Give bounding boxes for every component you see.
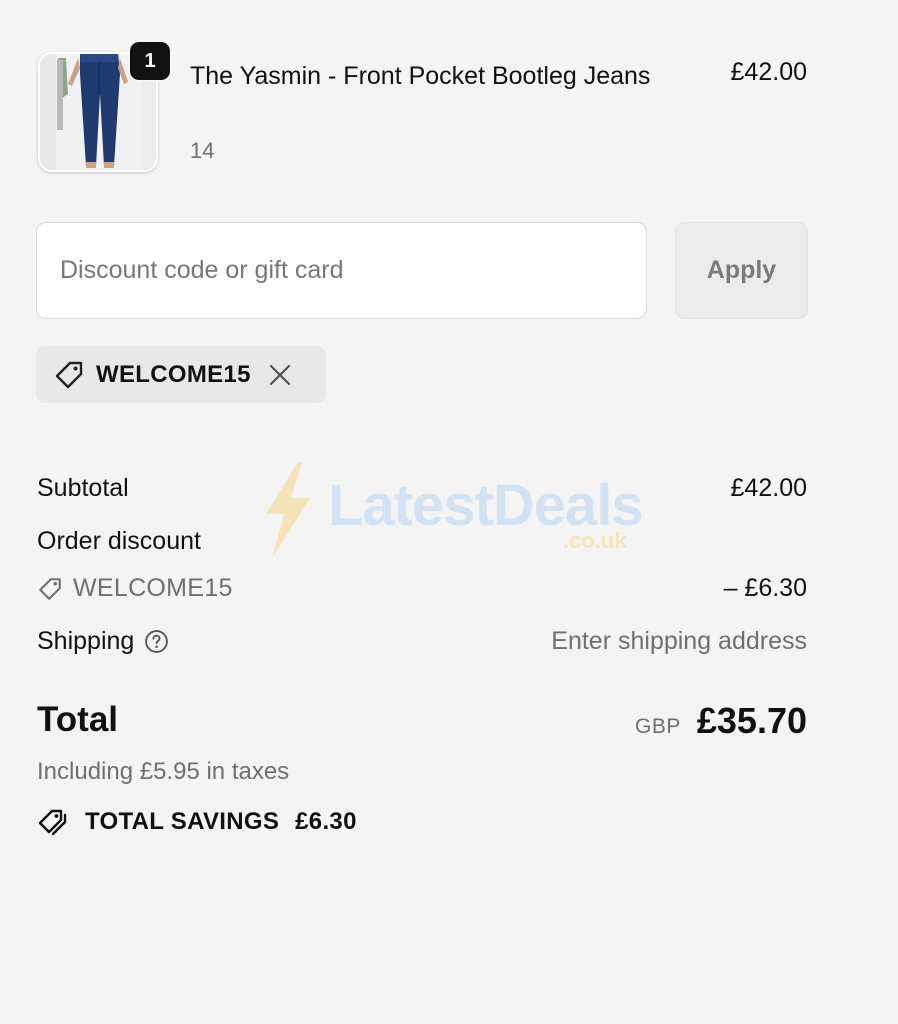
- order-discount-code-text: WELCOME15: [73, 574, 233, 602]
- watermark-brand: LatestDeals: [328, 473, 644, 538]
- applied-discount-chip: WELCOME15: [36, 346, 326, 403]
- order-discount-label: Order discount: [37, 527, 201, 555]
- watermark-domain: .co.uk: [563, 528, 627, 553]
- currency-code: GBP: [635, 715, 681, 738]
- lightning-bolt-icon: [266, 462, 310, 558]
- total-label: Total: [37, 700, 119, 739]
- total-savings-amount: £6.30: [295, 808, 357, 835]
- total-amount: £35.70: [696, 700, 807, 741]
- close-icon: [269, 364, 290, 385]
- apply-discount-button[interactable]: Apply: [675, 222, 808, 319]
- savings-tag-icon: [37, 806, 71, 838]
- total-value: GBP £35.70: [635, 700, 807, 742]
- discount-code-input[interactable]: [36, 222, 647, 319]
- shipping-label: Shipping: [37, 627, 135, 655]
- total-savings-label: TOTAL SAVINGS: [85, 808, 280, 835]
- tag-icon: [37, 576, 63, 602]
- shipping-row: Shipping: [37, 627, 169, 656]
- help-icon[interactable]: [144, 629, 169, 654]
- latestdeals-watermark: LatestDeals .co.uk: [258, 462, 648, 562]
- order-discount-value: – £6.30: [723, 574, 807, 602]
- quantity-badge: 1: [130, 42, 170, 80]
- tax-note: Including £5.95 in taxes: [37, 758, 290, 785]
- product-variant: 14: [190, 138, 215, 163]
- remove-discount-button[interactable]: [265, 360, 295, 390]
- tag-icon: [53, 359, 85, 391]
- total-savings: TOTAL SAVINGS £6.30: [37, 806, 357, 838]
- order-discount-code: WELCOME15: [37, 574, 233, 603]
- applied-discount-code: WELCOME15: [96, 360, 251, 388]
- shipping-value: Enter shipping address: [551, 627, 807, 655]
- product-title: The Yasmin - Front Pocket Bootleg Jeans: [190, 62, 651, 90]
- subtotal-value: £42.00: [730, 474, 807, 502]
- subtotal-label: Subtotal: [37, 474, 129, 502]
- product-price: £42.00: [730, 58, 807, 86]
